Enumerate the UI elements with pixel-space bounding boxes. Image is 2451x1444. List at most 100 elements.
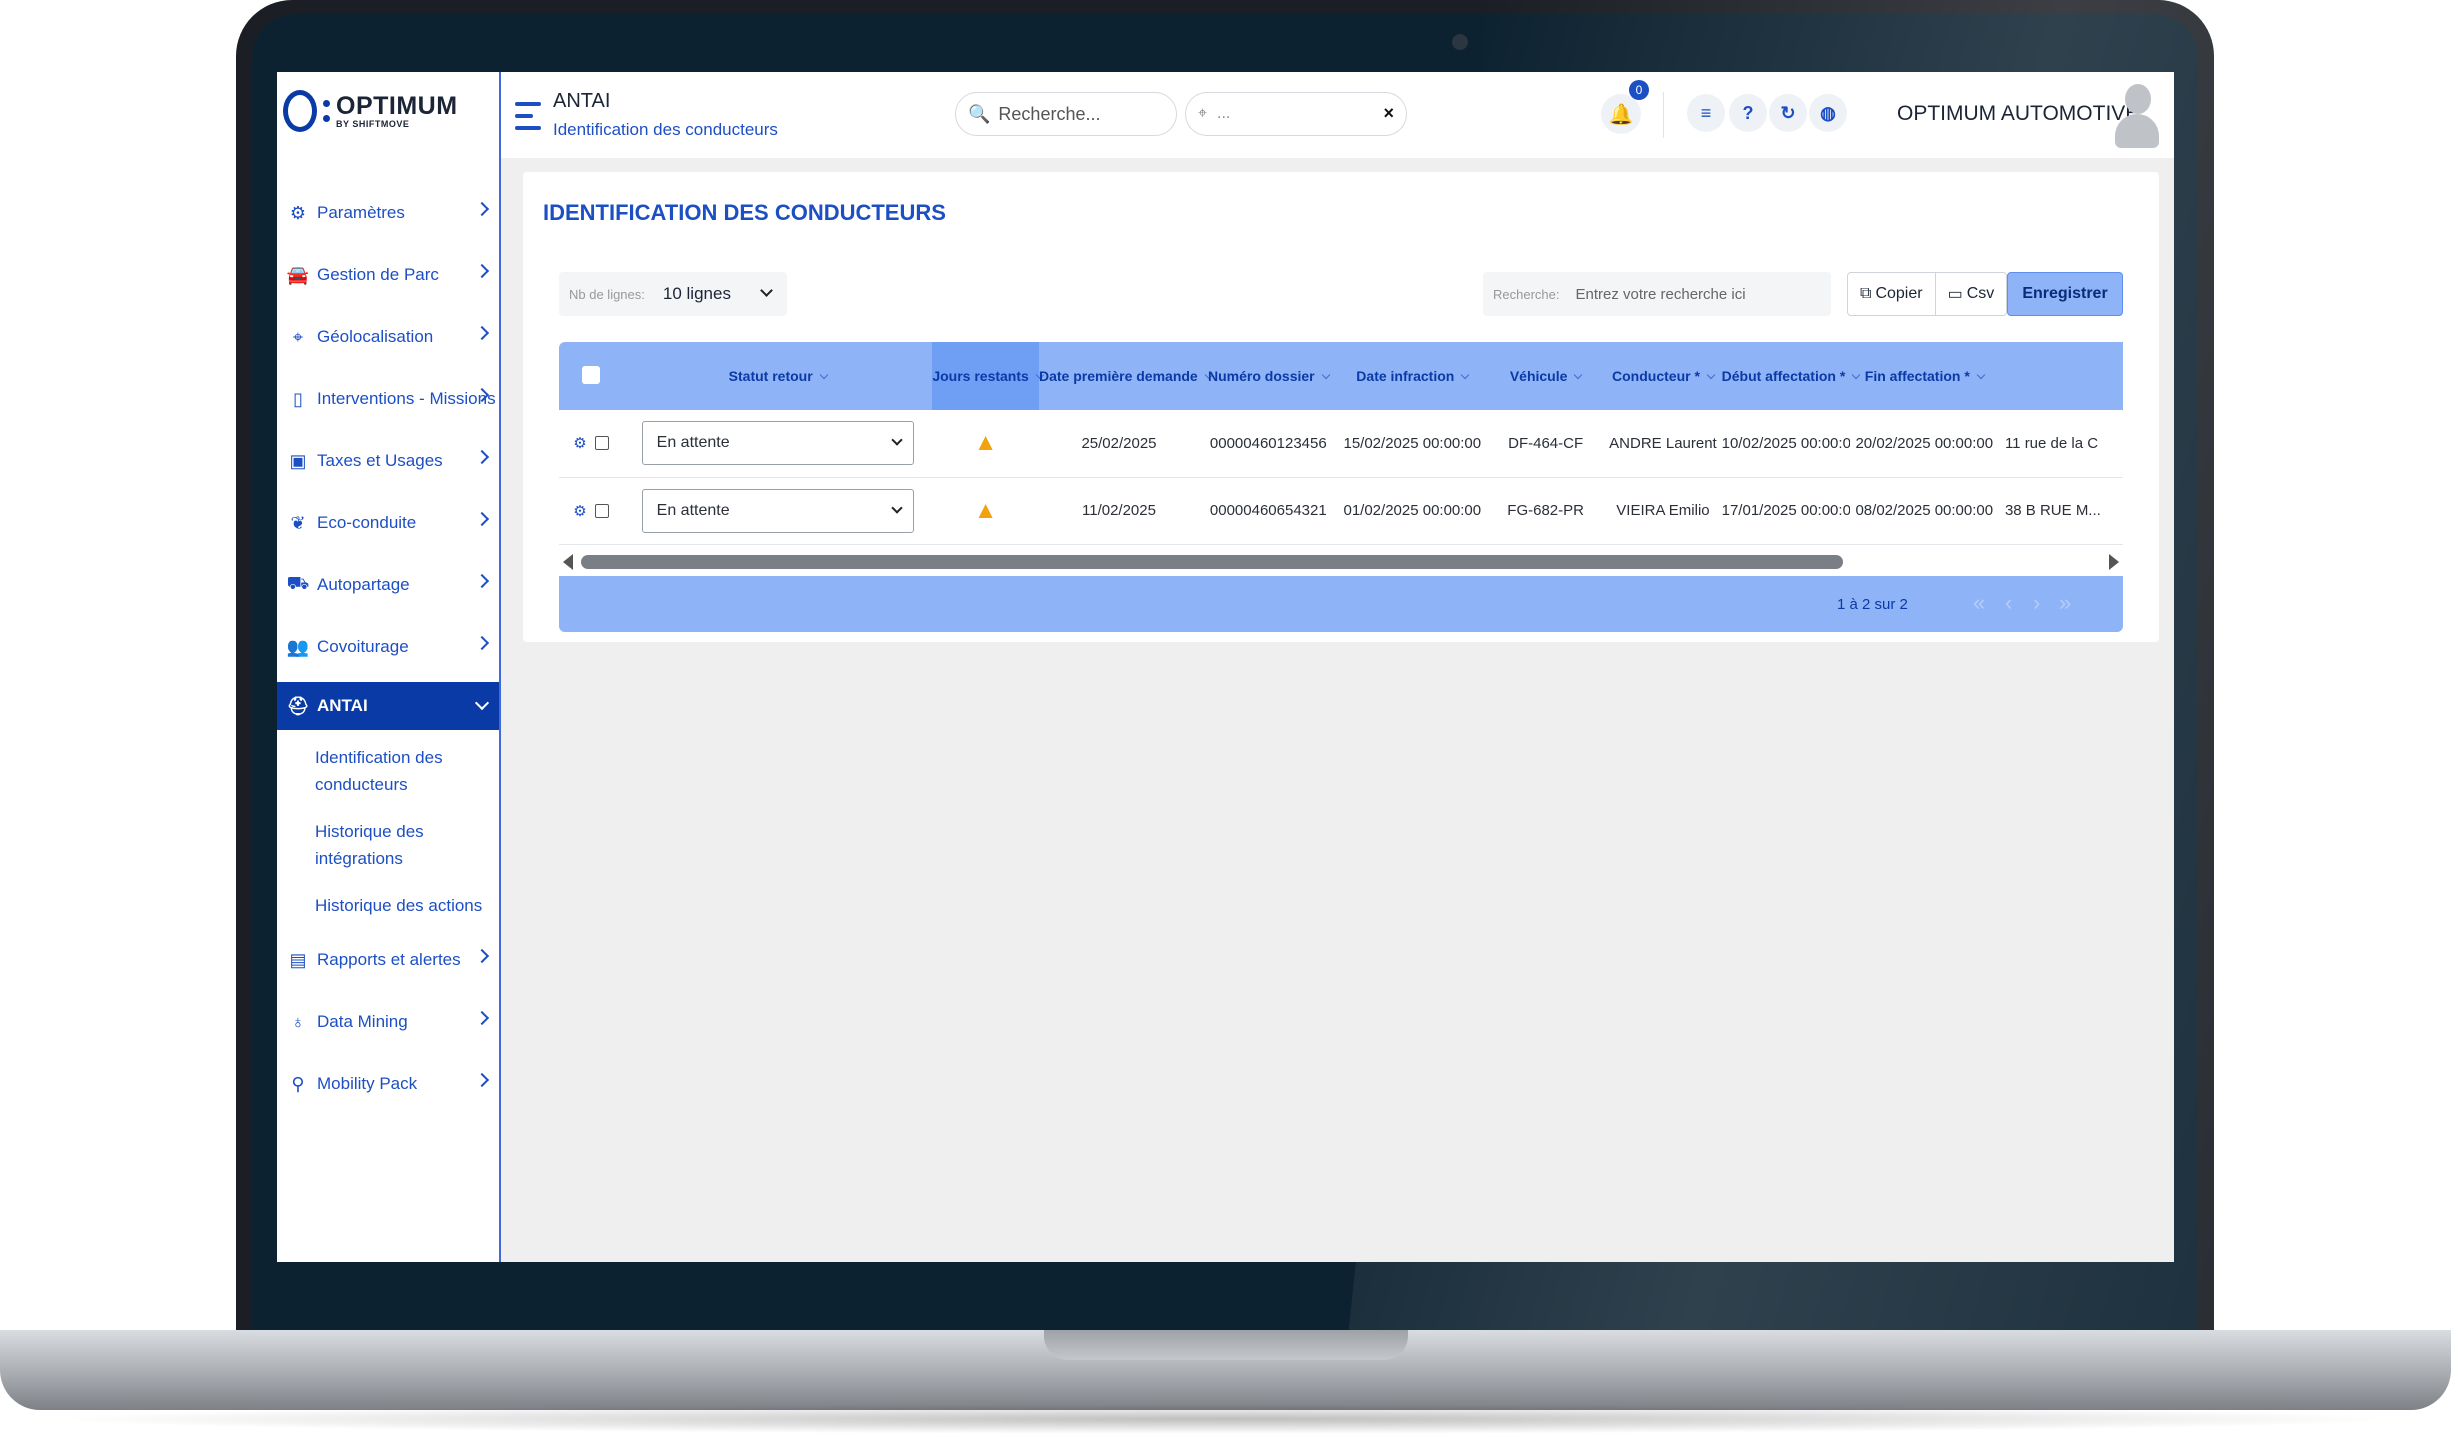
mobility-icon: ⚲ (291, 1073, 305, 1094)
row-checkbox[interactable] (594, 436, 609, 451)
global-search-input[interactable]: 🔍 Recherche... (955, 92, 1177, 136)
warning-icon: ▲ (973, 429, 998, 457)
sidebar-item-label: Data Mining (317, 1012, 408, 1031)
csv-button[interactable]: ▭ Csv (1934, 273, 2007, 315)
notification-badge: 0 (1629, 80, 1649, 100)
copy-icon: ⧉ (1860, 285, 1872, 302)
column-header-dossier[interactable]: Numéro dossier (1199, 342, 1338, 410)
help-icon[interactable]: ? (1729, 94, 1767, 132)
gear-icon[interactable]: ⚙ (573, 502, 586, 520)
column-header-fin[interactable]: Fin affectation * (1850, 342, 1999, 410)
cell-vehicule: DF-464-CF (1508, 434, 1584, 452)
brand-name: OPTIMUM (336, 92, 458, 120)
table-header-row: Statut retour Jours restants Date premiè… (559, 342, 2123, 410)
logo-colon-icon (323, 100, 330, 122)
avatar[interactable] (2115, 84, 2159, 148)
sidebar-item-label: Autopartage (317, 575, 410, 594)
breadcrumb-subtitle[interactable]: Identification des conducteurs (553, 120, 778, 140)
sidebar-item-parametres[interactable]: ⚙ Paramètres (277, 182, 499, 244)
rows-per-page-select[interactable]: Nb de lignes: 10 lignes (559, 272, 787, 316)
bell-icon[interactable]: 🔔 (1601, 94, 1641, 134)
sidebar-subitem-historique-integrations[interactable]: Historique des intégrations (277, 808, 499, 882)
database-icon[interactable]: ≡ (1687, 94, 1725, 132)
warning-icon: ▲ (973, 496, 998, 524)
cell-date-demande: 25/02/2025 (1081, 434, 1157, 452)
column-header-jours[interactable]: Jours restants (932, 342, 1045, 410)
scrollbar-thumb[interactable] (581, 555, 1843, 569)
cell-debut: 17/01/2025 00:00:00 (1721, 502, 1850, 519)
select-all-checkbox[interactable] (582, 365, 600, 384)
prev-page-icon[interactable]: ‹ (2005, 590, 2012, 616)
csv-button-label: Csv (1966, 285, 1995, 302)
report-icon: ▤ (289, 949, 307, 970)
gear-icon[interactable]: ⚙ (573, 434, 586, 452)
refresh-icon[interactable]: ↻ (1769, 94, 1807, 132)
cell-vehicule: FG-682-PR (1507, 502, 1584, 519)
sidebar-item-geolocalisation[interactable]: ⌖ Géolocalisation (277, 306, 499, 368)
scroll-left-icon[interactable] (563, 554, 573, 570)
select-all-checkbox-cell (559, 342, 623, 410)
cell-dossier: 00000460654321 (1209, 502, 1327, 519)
sidebar-subitem-identification[interactable]: Identification des conducteurs (277, 734, 499, 808)
sidebar-item-taxes[interactable]: ▣ Taxes et Usages (277, 430, 499, 492)
map-pin-icon: ⌖ (292, 326, 304, 347)
status-select[interactable]: En attente (641, 488, 914, 533)
chevron-right-icon (474, 325, 490, 341)
sort-icon (1321, 370, 1330, 380)
column-header-vehicule[interactable]: Véhicule (1487, 342, 1604, 410)
table-search-input[interactable] (1575, 285, 1806, 303)
table-search: Recherche: (1483, 272, 1831, 316)
first-page-icon[interactable]: « (1973, 590, 1985, 616)
brand-logo[interactable]: OPTIMUM BY SHIFTMOVE (283, 90, 458, 132)
column-header-debut[interactable]: Début affectation * (1722, 342, 1861, 410)
breadcrumb-title: ANTAI (553, 90, 611, 112)
sidebar-item-gestion-parc[interactable]: 🚘 Gestion de Parc (277, 244, 499, 306)
camera-icon (1452, 34, 1468, 50)
chevron-down-icon (890, 501, 903, 514)
sidebar-item-label: Interventions - Missions (317, 389, 496, 408)
horizontal-scrollbar[interactable] (559, 552, 2123, 572)
cell-adresse: 11 rue de la C (2004, 434, 2099, 452)
page-title: IDENTIFICATION DES CONDUCTEURS (543, 200, 946, 225)
column-header-conducteur[interactable]: Conducteur * (1604, 342, 1721, 410)
chevron-right-icon (474, 573, 490, 589)
logo-o-icon (283, 90, 317, 132)
sidebar-item-eco-conduite[interactable]: ❦ Eco-conduite (277, 492, 499, 554)
clear-icon[interactable]: × (1383, 103, 1394, 124)
chevron-right-icon (474, 201, 490, 217)
pagination-info: 1 à 2 sur 2 (1837, 596, 1908, 613)
last-page-icon[interactable]: » (2059, 590, 2071, 616)
carsharing-icon: ⛟ (286, 573, 310, 593)
next-page-icon[interactable]: › (2033, 590, 2040, 616)
location-search-input[interactable]: ⌖ ... × (1185, 92, 1407, 136)
cell-date-demande: 11/02/2025 (1082, 502, 1156, 519)
gears-icon: ⚙ (289, 202, 307, 223)
sidebar-item-interventions[interactable]: ▯ Interventions - Missions (277, 368, 499, 430)
copy-button[interactable]: ⧉ Copier (1848, 273, 1935, 315)
company-name[interactable]: OPTIMUM AUTOMOTIVE (1897, 102, 2139, 126)
brand-sub: BY SHIFTMOVE (336, 119, 410, 129)
save-button[interactable]: Enregistrer (2007, 272, 2123, 316)
hamburger-menu-icon[interactable] (515, 102, 541, 130)
sidebar-item-rapports[interactable]: ▤ Rapports et alertes (277, 929, 499, 991)
column-header-statut[interactable]: Statut retour (623, 342, 932, 410)
table-row: ⚙ En attente ▲ 25/02/2025 00000460123456… (559, 410, 2123, 477)
sidebar-item-covoiturage[interactable]: 👥 Covoiturage (277, 616, 499, 678)
table-search-label: Recherche: (1493, 286, 1560, 302)
sidebar-item-mobility-pack[interactable]: ⚲ Mobility Pack (277, 1053, 499, 1115)
sidebar-item-antai[interactable]: ⛑ ANTAI (277, 682, 499, 730)
globe-icon[interactable]: ◍ (1809, 94, 1847, 132)
scroll-right-icon[interactable] (2109, 554, 2119, 570)
column-header-date-infraction[interactable]: Date infraction (1338, 342, 1487, 410)
sidebar-item-data-mining[interactable]: ♁ Data Mining (277, 991, 499, 1053)
cell-dossier: 00000460123456 (1209, 434, 1327, 452)
cell-conducteur: VIEIRA Emilio (1616, 502, 1710, 519)
chevron-down-icon (760, 284, 773, 297)
status-select[interactable]: En attente (641, 421, 914, 466)
row-checkbox[interactable] (594, 503, 609, 518)
sidebar-item-label: Eco-conduite (317, 513, 417, 532)
sidebar-item-autopartage[interactable]: ⛟ Autopartage (277, 554, 499, 616)
sidebar-subitem-historique-actions[interactable]: Historique des actions (277, 882, 499, 929)
sidebar-item-label: Paramètres (317, 203, 405, 222)
column-header-date-demande[interactable]: Date première demande (1039, 342, 1213, 410)
